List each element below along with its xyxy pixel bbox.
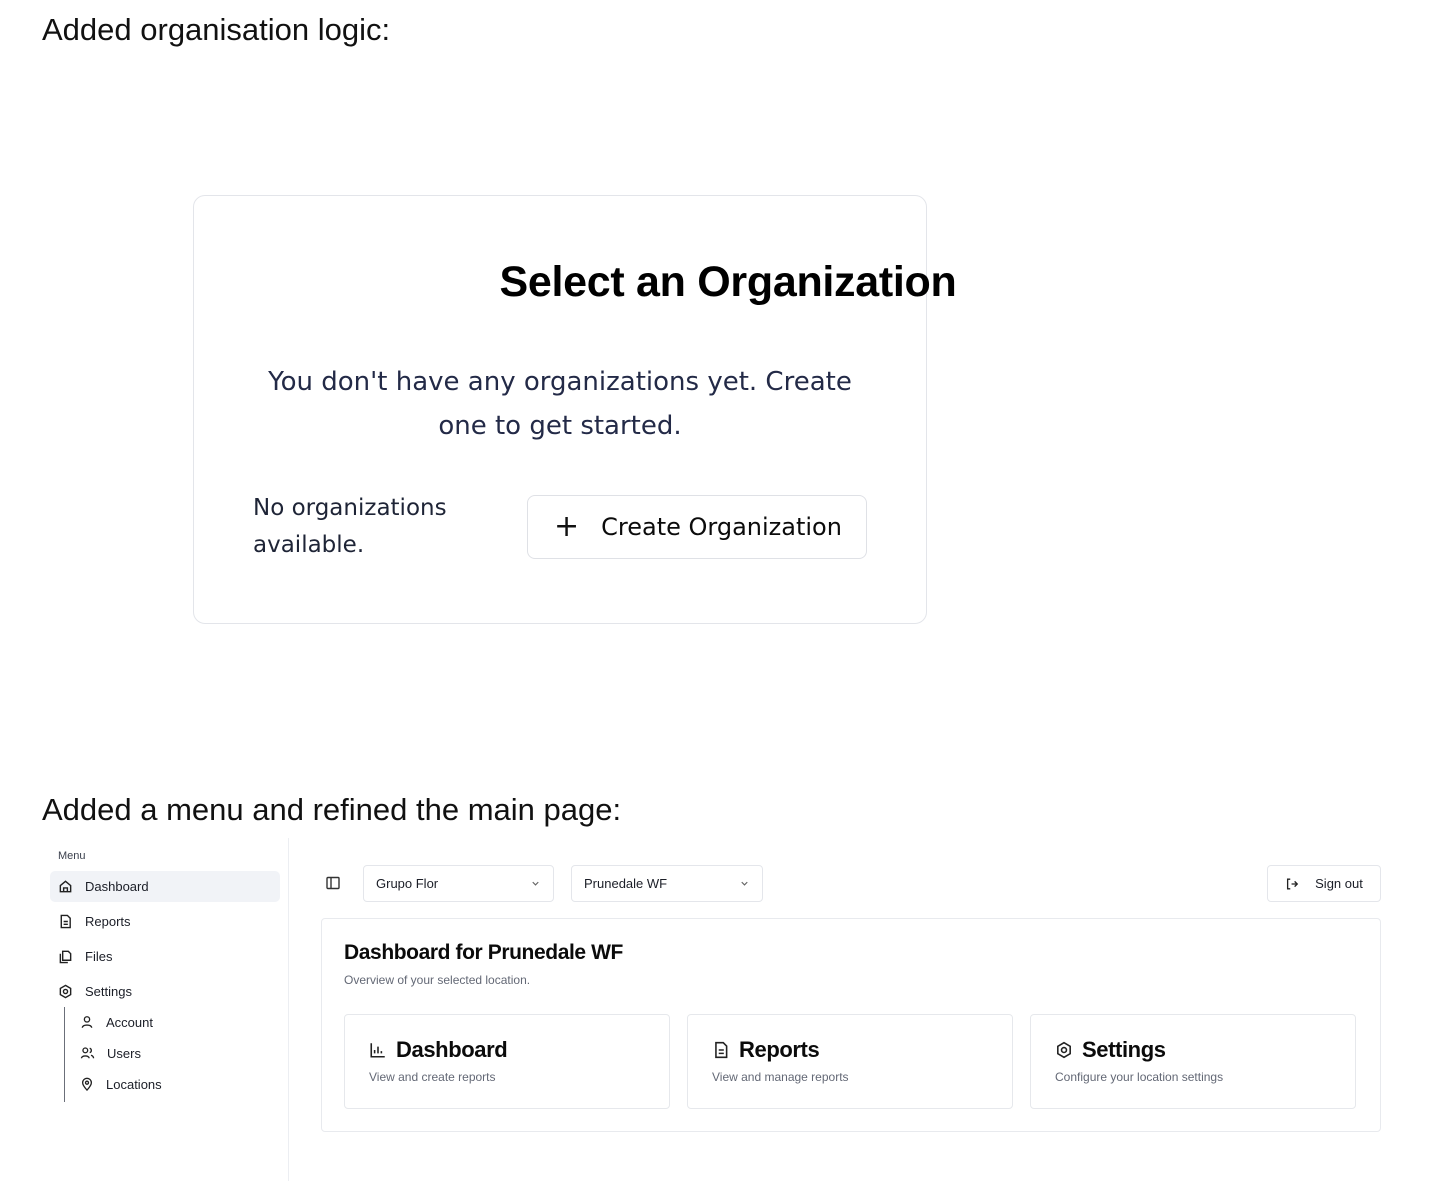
gear-icon — [1057, 1041, 1071, 1059]
sidebar-item-label: Files — [85, 949, 113, 964]
files-icon — [59, 950, 72, 964]
chart-icon — [370, 1043, 385, 1058]
sidebar-item-files[interactable]: Files — [50, 941, 280, 972]
sidebar-subitem-locations[interactable]: Locations — [80, 1071, 162, 1097]
plus-icon: + — [554, 509, 580, 544]
page-title: Select an Organization — [499, 258, 957, 306]
map-pin-icon — [81, 1077, 93, 1091]
sidebar-item-label: Settings — [85, 984, 132, 999]
card-title: Reports — [739, 1037, 820, 1062]
submenu-divider — [64, 1007, 65, 1102]
chevron-down-icon — [741, 881, 748, 886]
file-icon — [60, 914, 71, 929]
dashboard-subtitle: Overview of your selected location. — [344, 973, 531, 987]
sidebar-subitem-account[interactable]: Account — [80, 1009, 153, 1035]
create-organization-button[interactable]: + Create Organization — [527, 495, 867, 559]
sidebar-heading: Menu — [58, 850, 86, 862]
sidebar-item-label: Reports — [85, 914, 131, 929]
card-title: Settings — [1082, 1037, 1166, 1062]
location-select-value: Prunedale WF — [584, 876, 668, 891]
no-organizations-label: No organizations available. — [253, 495, 447, 558]
settings-card[interactable]: Settings Configure your location setting… — [1030, 1014, 1356, 1109]
organization-select-value: Grupo Flor — [376, 876, 439, 891]
card-description: View and manage reports — [712, 1070, 849, 1084]
card-title: Dashboard — [396, 1037, 508, 1062]
location-select[interactable]: Prunedale WF — [571, 865, 763, 902]
sidebar-subitem-label: Account — [106, 1014, 153, 1030]
user-icon — [81, 1016, 93, 1028]
sign-out-label: Sign out — [1315, 876, 1363, 891]
organization-empty-description: You don't have any organizations yet. Cr… — [268, 367, 852, 441]
caption-menu-refined: Added a menu and refined the main page: — [42, 792, 622, 827]
users-icon — [80, 1047, 95, 1059]
sidebar: Menu Dashboard Reports Files Settings Ac… — [50, 845, 282, 1181]
organization-select[interactable]: Grupo Flor — [363, 865, 554, 902]
sidebar-divider — [288, 838, 289, 1181]
home-icon — [59, 880, 72, 893]
dashboard-card[interactable]: Dashboard View and create reports — [344, 1014, 670, 1109]
dashboard-title: Dashboard for Prunedale WF — [344, 941, 623, 964]
sidebar-item-dashboard[interactable]: Dashboard — [50, 871, 280, 902]
file-icon — [715, 1041, 728, 1059]
sidebar-subitem-label: Locations — [106, 1076, 162, 1092]
sidebar-subitem-label: Users — [107, 1045, 141, 1061]
sign-out-button[interactable]: Sign out — [1267, 865, 1381, 902]
reports-card[interactable]: Reports View and manage reports — [687, 1014, 1013, 1109]
caption-organisation-logic: Added organisation logic: — [42, 12, 391, 47]
card-description: Configure your location settings — [1055, 1070, 1224, 1084]
chevron-down-icon — [532, 881, 539, 886]
sidebar-item-reports[interactable]: Reports — [50, 906, 280, 937]
sidebar-subitem-users[interactable]: Users — [80, 1040, 141, 1066]
sidebar-toggle-icon[interactable] — [325, 875, 341, 891]
create-organization-label: Create Organization — [601, 513, 842, 541]
log-out-icon — [1287, 878, 1299, 889]
card-description: View and create reports — [369, 1070, 496, 1084]
sidebar-item-settings[interactable]: Settings — [50, 976, 280, 1007]
sidebar-item-label: Dashboard — [85, 879, 149, 894]
gear-icon — [59, 984, 72, 999]
